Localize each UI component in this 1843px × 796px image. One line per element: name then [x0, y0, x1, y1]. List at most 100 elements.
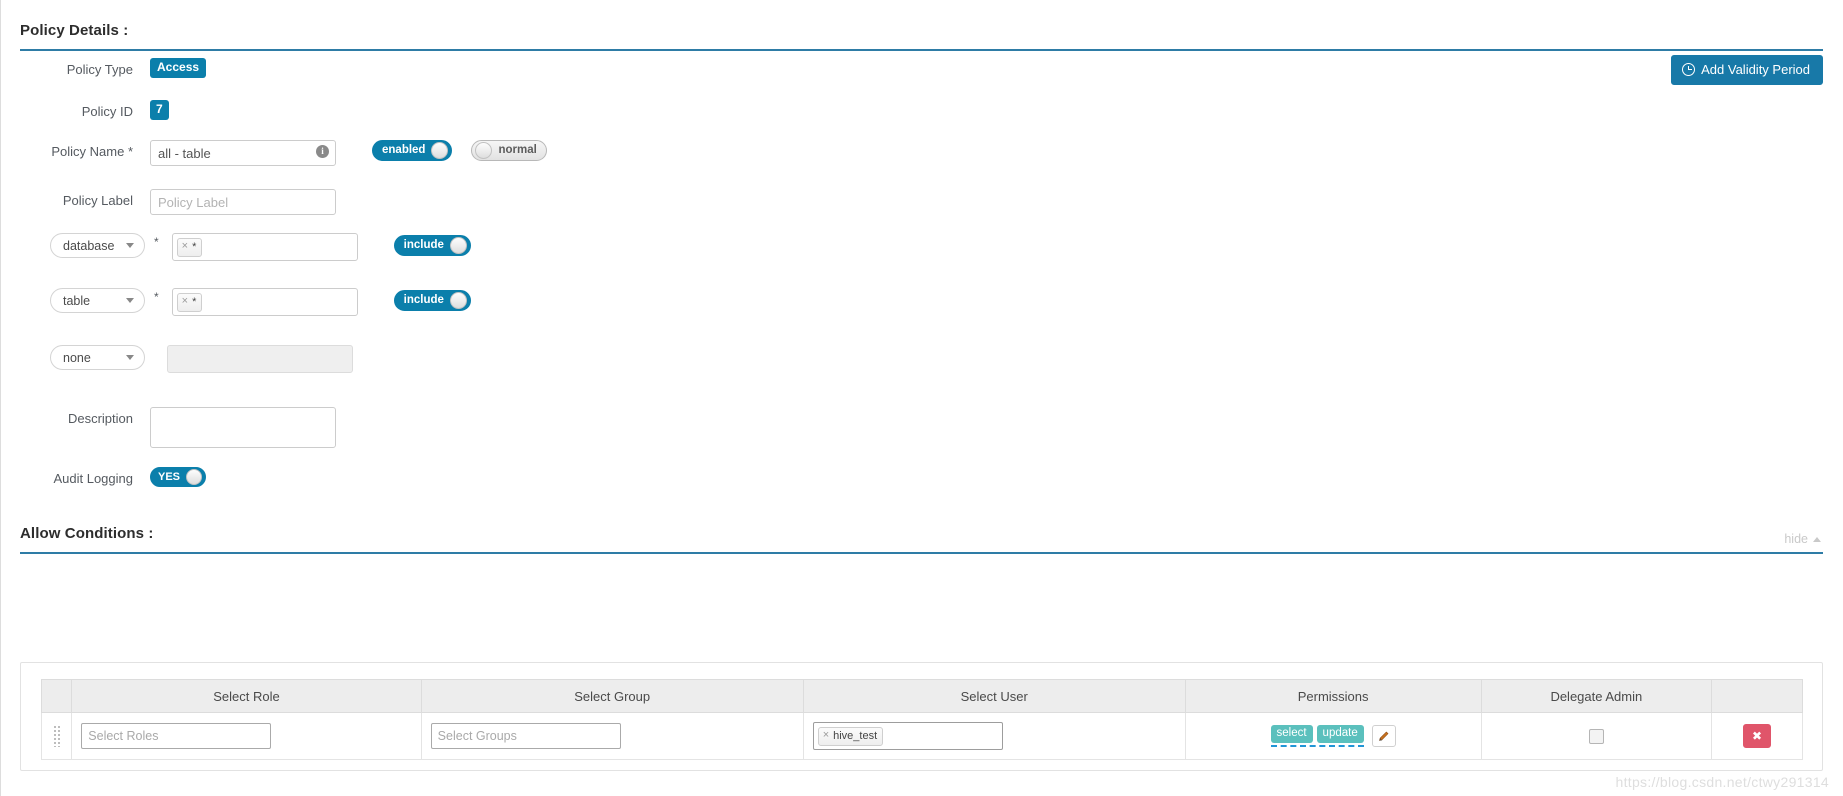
token-remove-icon[interactable]: × [182, 296, 188, 307]
allow-conditions-panel: Select Role Select Group Select User Per… [20, 662, 1823, 771]
header-permissions: Permissions [1184, 679, 1482, 713]
database-token-input[interactable]: × * [171, 233, 358, 261]
audit-logging-toggle[interactable]: YES [150, 467, 207, 487]
cell-select-user: × hive_test [802, 712, 1186, 760]
description-label: Description [67, 411, 133, 426]
row-drag-handle-cell[interactable] [40, 712, 73, 760]
policy-name-input[interactable] [150, 140, 336, 166]
policy-type-badge: Access [150, 58, 207, 78]
policy-status-toggle[interactable]: enabled [372, 140, 453, 161]
resource-type-value: table [63, 293, 91, 308]
token-value: * [192, 240, 197, 253]
policy-details-title: Policy Details : [20, 22, 129, 39]
policy-label-input[interactable] [150, 189, 336, 215]
select-groups-input[interactable] [430, 723, 621, 749]
permission-badges: select update [1270, 725, 1364, 747]
permission-badge-update: update [1316, 725, 1364, 743]
permission-badge-select: select [1270, 725, 1313, 743]
table-include-label: include [403, 294, 444, 306]
policy-name-input-wrap: i [150, 140, 336, 166]
header-delegate-admin: Delegate Admin [1480, 679, 1713, 713]
resource-row-table: table * × * include [0, 288, 471, 316]
select-roles-input[interactable] [81, 723, 272, 749]
database-include-label: include [403, 239, 444, 251]
chevron-down-icon [126, 298, 134, 303]
audit-logging-row: Audit Logging YES [0, 467, 207, 491]
user-token[interactable]: × hive_test [817, 726, 884, 746]
resource-type-select-table[interactable]: table [50, 288, 145, 313]
allow-conditions-table: Select Role Select Group Select User Per… [40, 679, 1803, 760]
policy-priority-toggle[interactable]: normal [471, 140, 547, 161]
policy-id-row: Policy ID 7 [0, 100, 169, 124]
policy-edit-page: Policy Details : Add Validity Period Pol… [0, 0, 1843, 796]
policy-type-row: Policy Type Access [0, 58, 207, 82]
info-icon[interactable]: i [316, 145, 329, 158]
hide-label: hide [1784, 532, 1808, 546]
header-select-role: Select Role [71, 679, 422, 713]
database-required-marker: * [154, 235, 159, 249]
header-select-user: Select User [802, 679, 1186, 713]
audit-logging-label: Audit Logging [53, 471, 133, 486]
table-include-toggle[interactable]: include [393, 290, 471, 311]
add-validity-period-button[interactable]: Add Validity Period [1671, 55, 1823, 85]
toggle-knob [431, 142, 449, 159]
token-value: hive_test [833, 729, 878, 742]
policy-id-badge: 7 [150, 100, 169, 120]
resource-type-select-none[interactable]: none [50, 345, 145, 370]
drag-handle-icon[interactable] [53, 725, 61, 747]
add-validity-period-label: Add Validity Period [1701, 62, 1810, 77]
toggle-knob [475, 142, 493, 159]
toggle-knob [449, 292, 467, 309]
cell-select-role [71, 712, 422, 760]
policy-label-row: Policy Label [0, 189, 336, 215]
resource-type-value: none [63, 350, 91, 365]
delete-row-button[interactable]: ✖ [1743, 724, 1772, 748]
header-select-group: Select Group [420, 679, 804, 713]
cell-select-group [420, 712, 804, 760]
delegate-admin-checkbox[interactable] [1588, 728, 1604, 744]
token-remove-icon[interactable]: × [182, 241, 188, 252]
table-row: × hive_test select update [40, 712, 1803, 760]
policy-label-label: Policy Label [62, 193, 133, 208]
chevron-down-icon [126, 243, 134, 248]
policy-details-section-header: Policy Details : [20, 22, 1823, 51]
table-required-marker: * [154, 290, 159, 304]
policy-status-toggle-label: enabled [382, 144, 426, 156]
table-token-input[interactable]: × * [171, 288, 358, 316]
table-header-row: Select Role Select Group Select User Per… [40, 679, 1803, 713]
policy-name-label: Policy Name * [51, 144, 133, 159]
resource-type-select-database[interactable]: database [50, 233, 145, 258]
clock-icon [1682, 63, 1696, 76]
hide-toggle-link[interactable]: hide [1784, 532, 1821, 546]
audit-logging-toggle-label: YES [158, 471, 181, 483]
allow-conditions-section-header: Allow Conditions : hide [20, 525, 1823, 554]
pencil-icon [1379, 731, 1389, 741]
database-include-toggle[interactable]: include [393, 235, 471, 256]
resource-token[interactable]: × * [176, 292, 203, 312]
resource-token[interactable]: × * [176, 237, 203, 257]
resource-row-database: database * × * include [0, 233, 471, 261]
token-value: * [192, 295, 197, 308]
toggle-knob [186, 469, 203, 485]
policy-priority-toggle-label: normal [498, 144, 537, 156]
cell-permissions: select update [1184, 712, 1482, 760]
allow-conditions-title: Allow Conditions : [20, 525, 154, 542]
description-row: Description [0, 407, 336, 448]
description-textarea[interactable] [150, 407, 336, 448]
resource-type-value: database [63, 238, 115, 253]
policy-type-label: Policy Type [66, 62, 133, 77]
token-remove-icon[interactable]: × [823, 730, 829, 741]
none-token-input-disabled [167, 345, 353, 373]
policy-details-rule [20, 49, 1823, 51]
resource-row-none: none [0, 345, 353, 373]
allow-conditions-rule [20, 552, 1823, 554]
toggle-knob [449, 237, 467, 254]
select-users-input[interactable]: × hive_test [812, 722, 1003, 750]
header-actions [1711, 679, 1803, 713]
edit-permissions-button[interactable] [1371, 725, 1396, 747]
policy-id-label: Policy ID [81, 104, 133, 119]
chevron-up-icon [1813, 536, 1821, 542]
cell-actions: ✖ [1711, 712, 1803, 760]
chevron-down-icon [126, 355, 134, 360]
watermark-text: https://blog.csdn.net/ctwy291314 [1615, 774, 1829, 790]
